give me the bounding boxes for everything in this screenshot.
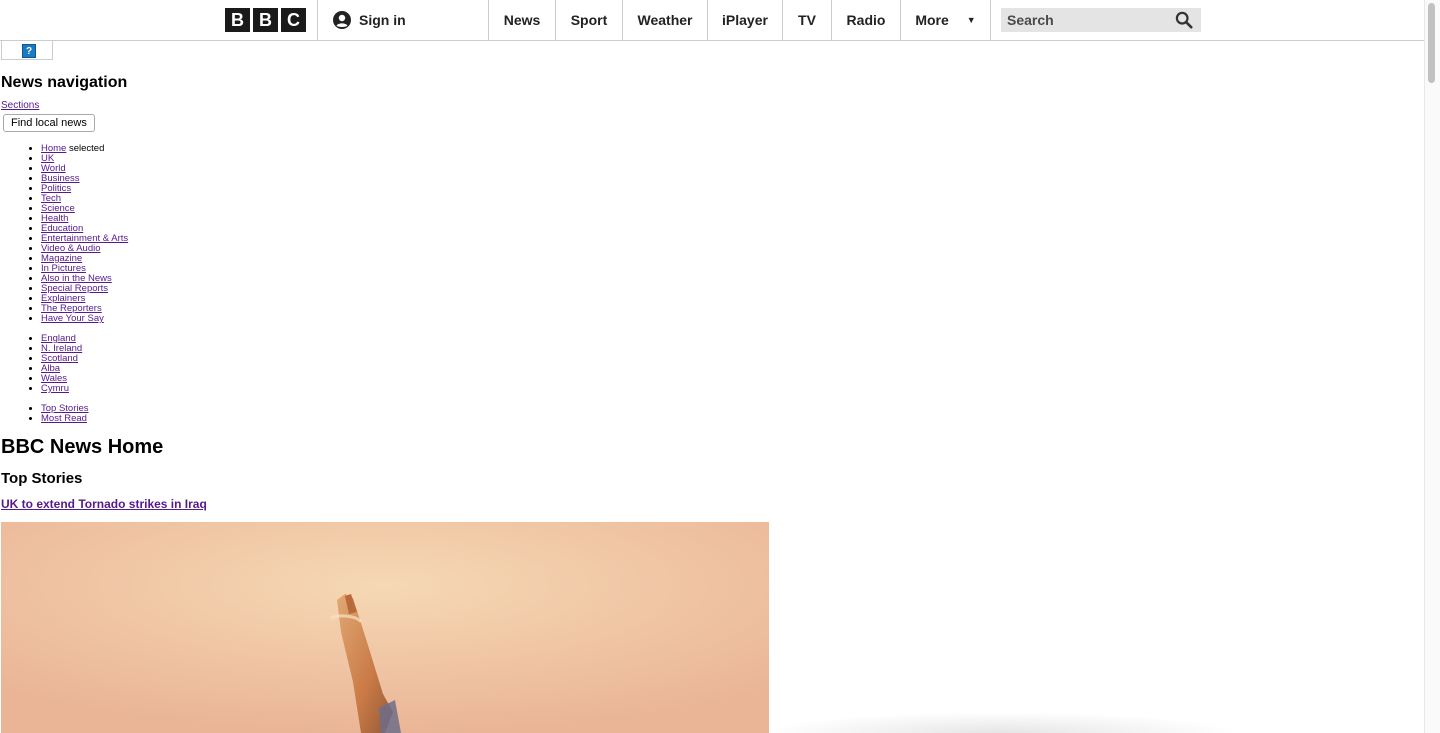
scrollbar-track[interactable] [1424,0,1440,733]
nav-sport[interactable]: Sport [556,0,622,40]
help-icon[interactable]: ? [22,44,36,58]
bbc-global-header: B B C Sign in News Sport Weather iPlayer… [0,0,1424,41]
divider [317,0,318,40]
nav-link-have-your-say[interactable]: Have Your Say [41,313,104,324]
nav-news[interactable]: News [489,0,555,40]
user-avatar-icon [333,11,351,29]
sections-link[interactable]: Sections [1,100,39,112]
sign-in-link[interactable]: Sign in [333,0,406,40]
search-icon[interactable] [1175,11,1193,29]
lead-story-link[interactable]: UK to extend Tornado strikes in Iraq [1,497,207,511]
help-widget: ? [1,41,53,60]
logo-letter: C [281,8,306,32]
lead-story-image[interactable] [1,522,769,733]
nav-more[interactable]: More ▼ [901,0,990,40]
page-title: BBC News Home [1,436,164,458]
list-item: Cymru [41,384,82,394]
nav-link-most-read[interactable]: Most Read [41,413,87,424]
logo-letter: B [225,8,250,32]
news-sections-list: Home selected UK World Business Politics… [0,144,128,324]
caret-down-icon: ▼ [966,15,976,25]
nav-link-cymru[interactable]: Cymru [41,383,69,394]
bottom-shadow [760,712,1240,733]
news-navigation-heading: News navigation [1,74,128,91]
tornado-jet-image [1,522,769,733]
nav-more-label: More [915,12,949,28]
news-extra-list: Top Stories Most Read [0,404,89,424]
nav-radio[interactable]: Radio [832,0,900,40]
logo-letter: B [253,8,278,32]
divider [990,0,991,40]
news-regions-list: England N. Ireland Scotland Alba Wales C… [0,334,82,394]
search-input[interactable]: Search [1001,8,1201,32]
top-stories-heading: Top Stories [1,470,83,487]
nav-weather[interactable]: Weather [623,0,707,40]
scrollbar-thumb[interactable] [1428,3,1435,83]
search-placeholder: Search [1007,12,1054,28]
list-item: Most Read [41,414,89,424]
bbc-logo[interactable]: B B C [225,8,306,32]
list-item: Have Your Say [41,314,128,324]
sign-in-label: Sign in [359,12,406,28]
selected-indicator: selected [66,143,105,154]
nav-tv[interactable]: TV [783,0,831,40]
find-local-news-button[interactable]: Find local news [3,114,95,132]
nav-iplayer[interactable]: iPlayer [708,0,782,40]
